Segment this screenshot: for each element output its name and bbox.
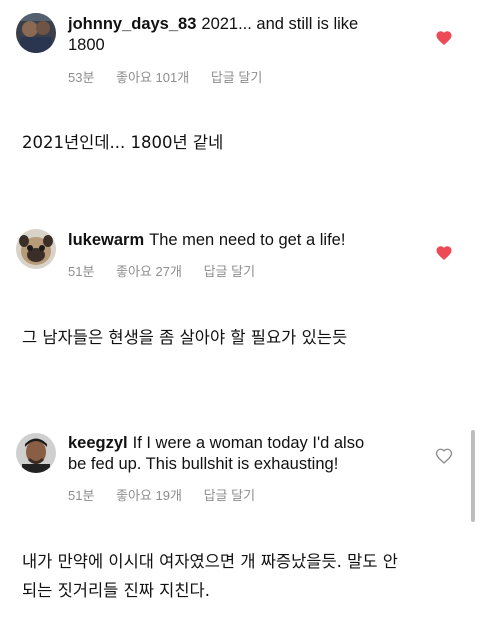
comment-meta: 51분 좋아요 19개 답글 달기 xyxy=(68,485,273,504)
comment-body-line1: 2021... and still is like xyxy=(201,15,359,33)
username[interactable]: keegzyl xyxy=(68,434,128,452)
translation-2: 그 남자들은 현생을 좀 살아야 할 필요가 있는듯 xyxy=(22,328,348,347)
comment-text: lukewarm The men need to get a life! xyxy=(68,230,408,251)
comment-text: johnny_days_83 2021... and still is like … xyxy=(68,14,408,56)
reply-button[interactable]: 답글 달기 xyxy=(204,264,255,279)
reply-button[interactable]: 답글 달기 xyxy=(204,488,255,503)
translation-3: 내가 만약에 이시대 여자였으면 개 짜증났을듯. 말도 안 되는 짓거리들 진… xyxy=(22,547,462,605)
comment-body-line2: be fed up. This bullshit is exhausting! xyxy=(68,455,339,473)
heart-filled-icon[interactable] xyxy=(435,29,453,47)
username[interactable]: johnny_days_83 xyxy=(68,15,196,33)
scrollbar[interactable] xyxy=(471,430,475,522)
avatar-johnny-days-83[interactable] xyxy=(16,13,56,53)
avatar-lukewarm[interactable] xyxy=(16,229,56,269)
avatar-keegzyl[interactable] xyxy=(16,433,56,473)
comment-body-line1: The men need to get a life! xyxy=(149,231,346,249)
username[interactable]: lukewarm xyxy=(68,231,144,249)
translation-1: 2021년인데... 1800년 같네 xyxy=(22,133,224,152)
comment-meta: 53분 좋아요 101개 답글 달기 xyxy=(68,67,280,86)
timestamp: 53분 xyxy=(68,70,95,85)
likes-count[interactable]: 좋아요 19개 xyxy=(116,488,182,503)
timestamp: 51분 xyxy=(68,488,95,503)
likes-count[interactable]: 좋아요 27개 xyxy=(116,264,182,279)
heart-filled-icon[interactable] xyxy=(435,244,453,262)
timestamp: 51분 xyxy=(68,264,95,279)
comment-body-line2: 1800 xyxy=(68,36,105,54)
translation-3-line1: 내가 만약에 이시대 여자였으면 개 짜증났을듯. 말도 안 xyxy=(22,552,398,571)
comment-meta: 51분 좋아요 27개 답글 달기 xyxy=(68,261,273,280)
heart-outline-icon[interactable] xyxy=(435,447,453,465)
translation-3-line2: 되는 짓거리들 진짜 지친다. xyxy=(22,581,210,600)
comment-body-line1: If I were a woman today I'd also xyxy=(132,434,365,452)
likes-count[interactable]: 좋아요 101개 xyxy=(116,70,189,85)
reply-button[interactable]: 답글 달기 xyxy=(211,70,262,85)
comment-text: keegzyl If I were a woman today I'd also … xyxy=(68,433,428,475)
